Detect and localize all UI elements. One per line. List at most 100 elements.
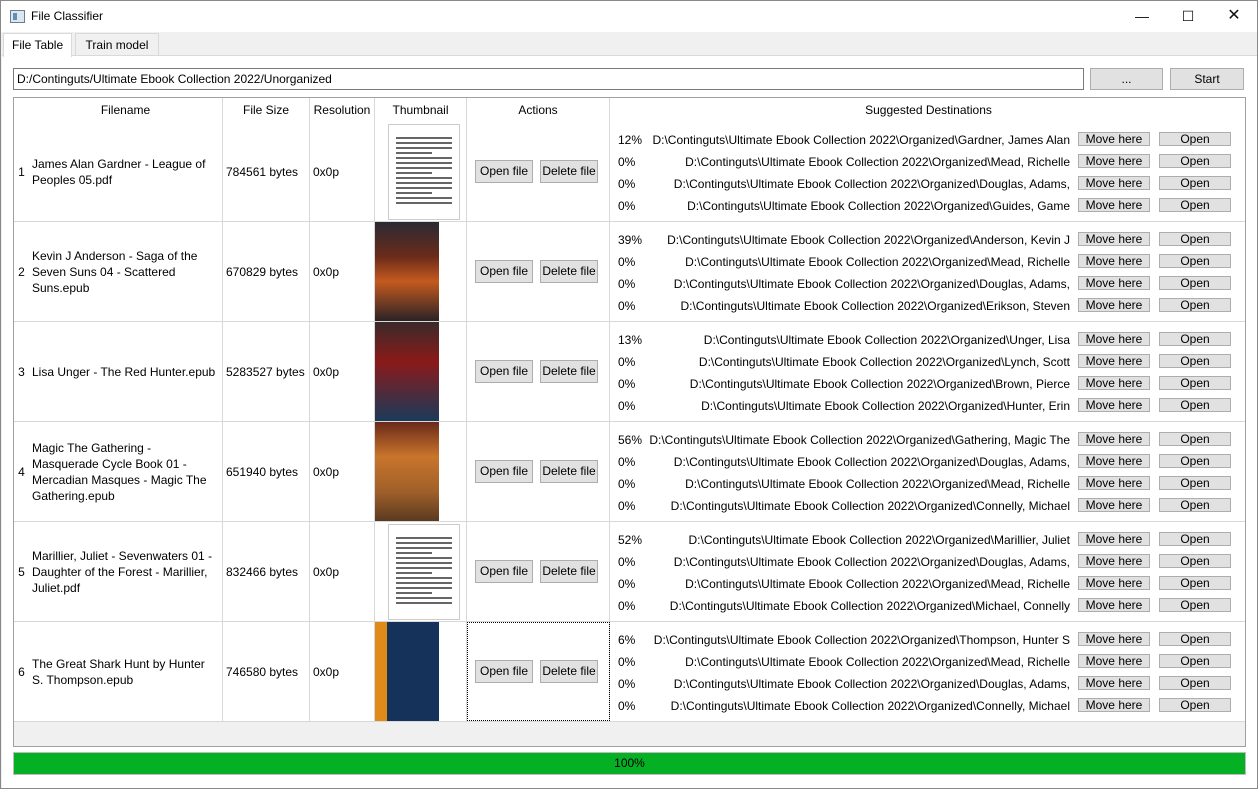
open-file-button[interactable]: Open file bbox=[475, 660, 533, 683]
table-row[interactable]: Marillier, Juliet - Sevenwaters 01 - Dau… bbox=[29, 522, 1245, 622]
move-here-button[interactable]: Move here bbox=[1078, 132, 1150, 146]
open-destination-button[interactable]: Open bbox=[1159, 276, 1231, 290]
delete-file-button[interactable]: Delete file bbox=[540, 260, 598, 283]
text-line bbox=[396, 542, 452, 544]
open-file-button[interactable]: Open file bbox=[475, 260, 533, 283]
open-destination-button[interactable]: Open bbox=[1159, 532, 1231, 546]
row-header[interactable]: 4 bbox=[14, 422, 29, 522]
move-here-button[interactable]: Move here bbox=[1078, 498, 1150, 512]
move-here-button[interactable]: Move here bbox=[1078, 698, 1150, 712]
open-destination-button[interactable]: Open bbox=[1159, 476, 1231, 490]
open-destination-button[interactable]: Open bbox=[1159, 354, 1231, 368]
open-destination-button[interactable]: Open bbox=[1159, 554, 1231, 568]
destination-path: D:\Continguts\Ultimate Ebook Collection … bbox=[673, 177, 1070, 191]
open-file-button[interactable]: Open file bbox=[475, 460, 533, 483]
row-header[interactable]: 6 bbox=[14, 622, 29, 722]
resolution-cell: 0x0p bbox=[310, 622, 375, 721]
delete-file-button[interactable]: Delete file bbox=[540, 660, 598, 683]
open-file-button[interactable]: Open file bbox=[475, 360, 533, 383]
open-destination-button[interactable]: Open bbox=[1159, 232, 1231, 246]
open-destination-button[interactable]: Open bbox=[1159, 654, 1231, 668]
directory-path-input[interactable] bbox=[13, 68, 1084, 90]
move-here-button[interactable]: Move here bbox=[1078, 576, 1150, 590]
open-destination-button[interactable]: Open bbox=[1159, 632, 1231, 646]
open-destination-button[interactable]: Open bbox=[1159, 298, 1231, 312]
destination-path: D:\Continguts\Ultimate Ebook Collection … bbox=[669, 599, 1070, 613]
move-here-button[interactable]: Move here bbox=[1078, 376, 1150, 390]
file-size-cell: 5283527 bytes bbox=[223, 322, 310, 421]
move-here-button[interactable]: Move here bbox=[1078, 654, 1150, 668]
tab-train-model[interactable]: Train model bbox=[75, 33, 159, 56]
header-filename[interactable]: Filename bbox=[29, 98, 223, 122]
open-destination-button[interactable]: Open bbox=[1159, 576, 1231, 590]
open-file-button[interactable]: Open file bbox=[475, 560, 533, 583]
open-destination-button[interactable]: Open bbox=[1159, 332, 1231, 346]
filename-cell: Magic The Gathering - Masquerade Cycle B… bbox=[29, 422, 223, 521]
open-destination-button[interactable]: Open bbox=[1159, 498, 1231, 512]
delete-file-button[interactable]: Delete file bbox=[540, 460, 598, 483]
move-here-button[interactable]: Move here bbox=[1078, 598, 1150, 612]
move-here-button[interactable]: Move here bbox=[1078, 298, 1150, 312]
table-row[interactable]: Lisa Unger - The Red Hunter.epub 5283527 … bbox=[29, 322, 1245, 422]
open-destination-button[interactable]: Open bbox=[1159, 132, 1231, 146]
header-destinations[interactable]: Suggested Destinations bbox=[610, 98, 1245, 122]
header-resolution[interactable]: Resolution bbox=[310, 98, 375, 122]
table-row[interactable]: Magic The Gathering - Masquerade Cycle B… bbox=[29, 422, 1245, 522]
destination-path: D:\Continguts\Ultimate Ebook Collection … bbox=[689, 377, 1070, 391]
header-thumbnail[interactable]: Thumbnail bbox=[375, 98, 467, 122]
move-here-button[interactable]: Move here bbox=[1078, 432, 1150, 446]
minimize-icon[interactable]: — bbox=[1119, 1, 1165, 32]
move-here-button[interactable]: Move here bbox=[1078, 476, 1150, 490]
open-destination-button[interactable]: Open bbox=[1159, 376, 1231, 390]
row-header[interactable]: 1 bbox=[14, 122, 29, 222]
open-destination-button[interactable]: Open bbox=[1159, 398, 1231, 412]
delete-file-button[interactable]: Delete file bbox=[540, 360, 598, 383]
header-size[interactable]: File Size (bytes) bbox=[223, 98, 310, 141]
table-row[interactable]: The Great Shark Hunt by Hunter S. Thomps… bbox=[29, 622, 1245, 722]
move-here-button[interactable]: Move here bbox=[1078, 332, 1150, 346]
open-destination-button[interactable]: Open bbox=[1159, 176, 1231, 190]
move-here-button[interactable]: Move here bbox=[1078, 676, 1150, 690]
destination-line: 12% D:\Continguts\Ultimate Ebook Collecti… bbox=[610, 129, 1242, 151]
move-here-button[interactable]: Move here bbox=[1078, 232, 1150, 246]
open-destination-button[interactable]: Open bbox=[1159, 676, 1231, 690]
open-destination-button[interactable]: Open bbox=[1159, 198, 1231, 212]
browse-button[interactable]: ... bbox=[1090, 68, 1163, 90]
row-header[interactable]: 5 bbox=[14, 522, 29, 622]
pdf-page-thumbnail bbox=[388, 524, 460, 620]
move-here-button[interactable]: Move here bbox=[1078, 254, 1150, 268]
file-table: Filename File Size (bytes) Resolution Th… bbox=[13, 97, 1246, 747]
text-line bbox=[396, 552, 432, 554]
header-actions[interactable]: Actions bbox=[467, 98, 610, 122]
move-here-button[interactable]: Move here bbox=[1078, 632, 1150, 646]
open-destination-button[interactable]: Open bbox=[1159, 598, 1231, 612]
delete-file-button[interactable]: Delete file bbox=[540, 560, 598, 583]
maximize-icon[interactable]: ☐ bbox=[1165, 1, 1211, 32]
open-destination-button[interactable]: Open bbox=[1159, 154, 1231, 168]
open-destination-button[interactable]: Open bbox=[1159, 698, 1231, 712]
row-header[interactable]: 3 bbox=[14, 322, 29, 422]
tab-file-table[interactable]: File Table bbox=[3, 33, 73, 57]
row-header[interactable]: 2 bbox=[14, 222, 29, 322]
open-file-button[interactable]: Open file bbox=[475, 160, 533, 183]
move-here-button[interactable]: Move here bbox=[1078, 154, 1150, 168]
close-icon[interactable]: ✕ bbox=[1211, 1, 1257, 32]
delete-file-button[interactable]: Delete file bbox=[540, 160, 598, 183]
table-row[interactable]: James Alan Gardner - League of Peoples 0… bbox=[29, 122, 1245, 222]
move-here-button[interactable]: Move here bbox=[1078, 176, 1150, 190]
move-here-button[interactable]: Move here bbox=[1078, 276, 1150, 290]
app-icon bbox=[10, 10, 25, 23]
open-destination-button[interactable]: Open bbox=[1159, 454, 1231, 468]
move-here-button[interactable]: Move here bbox=[1078, 532, 1150, 546]
move-here-button[interactable]: Move here bbox=[1078, 398, 1150, 412]
move-here-button[interactable]: Move here bbox=[1078, 454, 1150, 468]
move-here-button[interactable]: Move here bbox=[1078, 554, 1150, 568]
open-destination-button[interactable]: Open bbox=[1159, 254, 1231, 268]
table-row[interactable]: Kevin J Anderson - Saga of the Seven Sun… bbox=[29, 222, 1245, 322]
move-here-button[interactable]: Move here bbox=[1078, 198, 1150, 212]
start-button[interactable]: Start bbox=[1170, 68, 1244, 90]
open-destination-button[interactable]: Open bbox=[1159, 432, 1231, 446]
filename-cell: Lisa Unger - The Red Hunter.epub bbox=[29, 322, 223, 421]
move-here-button[interactable]: Move here bbox=[1078, 354, 1150, 368]
text-line bbox=[396, 152, 432, 154]
